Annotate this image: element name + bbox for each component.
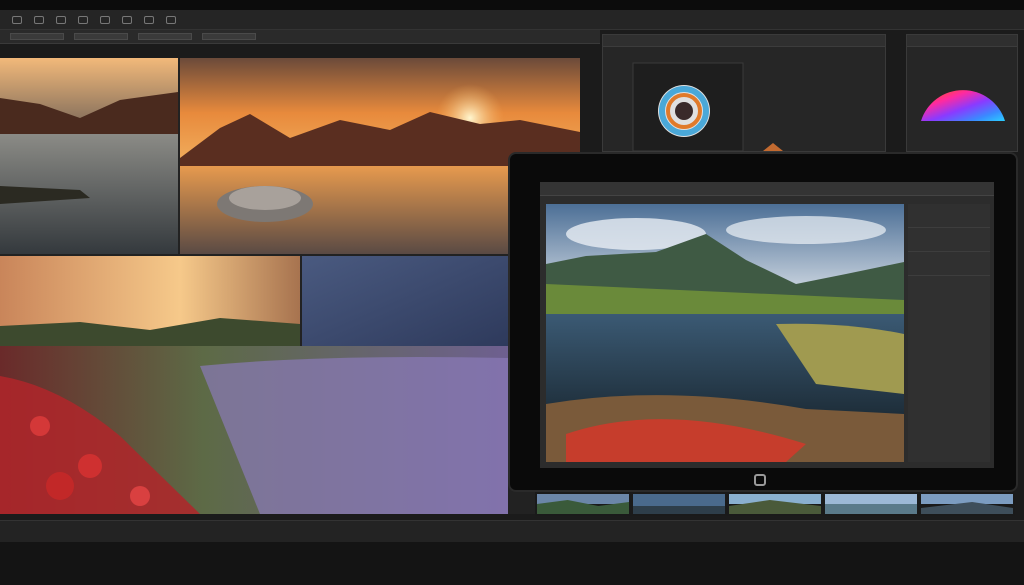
eraser-icon[interactable]	[100, 15, 110, 24]
filmstrip-thumb[interactable]	[921, 494, 1013, 514]
color-panel-tabs	[603, 35, 885, 47]
main-toolbar	[0, 10, 1024, 30]
photo-tile-lake-dusk[interactable]	[0, 58, 178, 254]
photo-tile-blue-sky[interactable]	[302, 256, 508, 346]
device-panel-row[interactable]	[908, 228, 990, 252]
device-side-panel	[908, 204, 990, 462]
photo-tile-hills-sunrise[interactable]	[0, 256, 300, 346]
text-icon[interactable]	[122, 15, 132, 24]
camera-logo-icon	[754, 474, 766, 486]
options-bar	[0, 30, 600, 44]
photo-tile-wildflowers[interactable]	[0, 346, 508, 514]
color-wheel-panel	[906, 34, 1018, 152]
option-field[interactable]	[74, 33, 128, 40]
filmstrip-thumb[interactable]	[825, 494, 917, 514]
option-field[interactable]	[138, 33, 192, 40]
filmstrip-thumb[interactable]	[633, 494, 725, 514]
taskbar	[0, 542, 1024, 585]
device-panel-row[interactable]	[908, 204, 990, 228]
filmstrip	[535, 492, 1015, 516]
color-wheel-graphic[interactable]	[603, 47, 887, 153]
option-field[interactable]	[202, 33, 256, 40]
color-panel	[602, 34, 886, 152]
device-photo-mountain-lake[interactable]	[546, 204, 904, 462]
move-icon[interactable]	[12, 15, 22, 24]
filmstrip-thumb[interactable]	[537, 494, 629, 514]
wheel-panel-tabs	[907, 35, 1017, 47]
zoom-icon[interactable]	[144, 15, 154, 24]
option-field[interactable]	[10, 33, 64, 40]
hand-icon[interactable]	[166, 15, 176, 24]
device-preview	[508, 152, 1018, 492]
menu-bar	[0, 0, 1024, 10]
image-canvas[interactable]	[0, 58, 580, 514]
brush-icon[interactable]	[78, 15, 88, 24]
filmstrip-thumb[interactable]	[729, 494, 821, 514]
photo-editor-app	[0, 0, 1024, 585]
device-screen	[540, 182, 994, 468]
status-bar	[0, 520, 1024, 542]
device-window-titlebar	[540, 182, 994, 196]
device-panel-row[interactable]	[908, 252, 990, 276]
lasso-icon[interactable]	[34, 15, 44, 24]
hue-wheel-graphic[interactable]	[907, 47, 1019, 153]
crop-icon[interactable]	[56, 15, 66, 24]
